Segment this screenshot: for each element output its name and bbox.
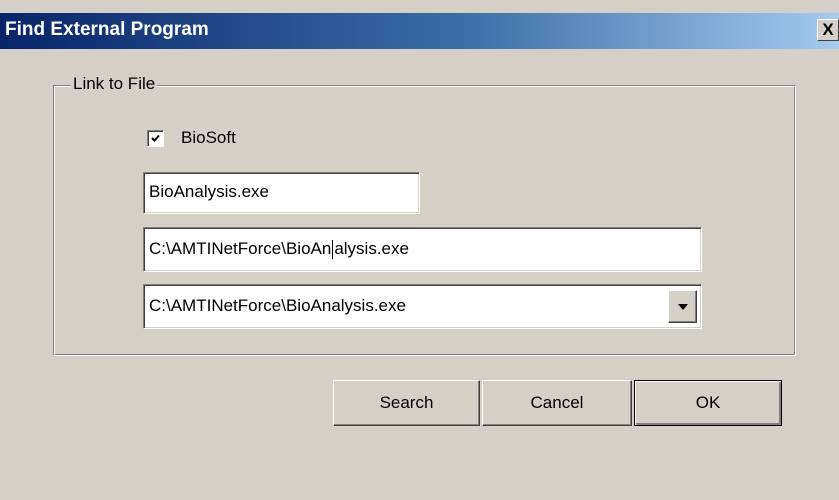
close-icon: X [822, 20, 834, 39]
chevron-down-icon [678, 304, 688, 310]
biosoft-checkbox-label[interactable]: BioSoft [181, 128, 236, 148]
window-title: Find External Program [5, 19, 209, 40]
close-button[interactable]: X [817, 19, 839, 41]
program-path-value-start: C:\AMTINetForce\BioAn [149, 239, 332, 258]
program-name-value: BioAnalysis.exe [149, 182, 270, 201]
combobox-display[interactable]: C:\AMTINetForce\BioAnalysis.exe [143, 284, 702, 329]
group-legend: Link to File [71, 74, 158, 94]
check-icon [151, 134, 160, 142]
find-external-program-dialog: Find External Program X Link to File Bio… [0, 0, 839, 500]
program-path-combobox[interactable]: C:\AMTINetForce\BioAnalysis.exe [143, 284, 702, 329]
program-path-value-end: alysis.exe [334, 239, 409, 258]
ok-button[interactable]: OK [634, 380, 782, 426]
cancel-button[interactable]: Cancel [482, 380, 632, 426]
program-name-field[interactable]: BioAnalysis.exe [143, 172, 420, 214]
combobox-selected-value: C:\AMTINetForce\BioAnalysis.exe [149, 296, 406, 315]
biosoft-checkbox[interactable] [147, 130, 164, 147]
search-button[interactable]: Search [333, 380, 480, 426]
combobox-dropdown-button[interactable] [668, 290, 697, 323]
title-bar[interactable]: Find External Program X [0, 13, 839, 49]
program-path-field[interactable]: C:\AMTINetForce\BioAn alysis.exe [143, 227, 702, 272]
